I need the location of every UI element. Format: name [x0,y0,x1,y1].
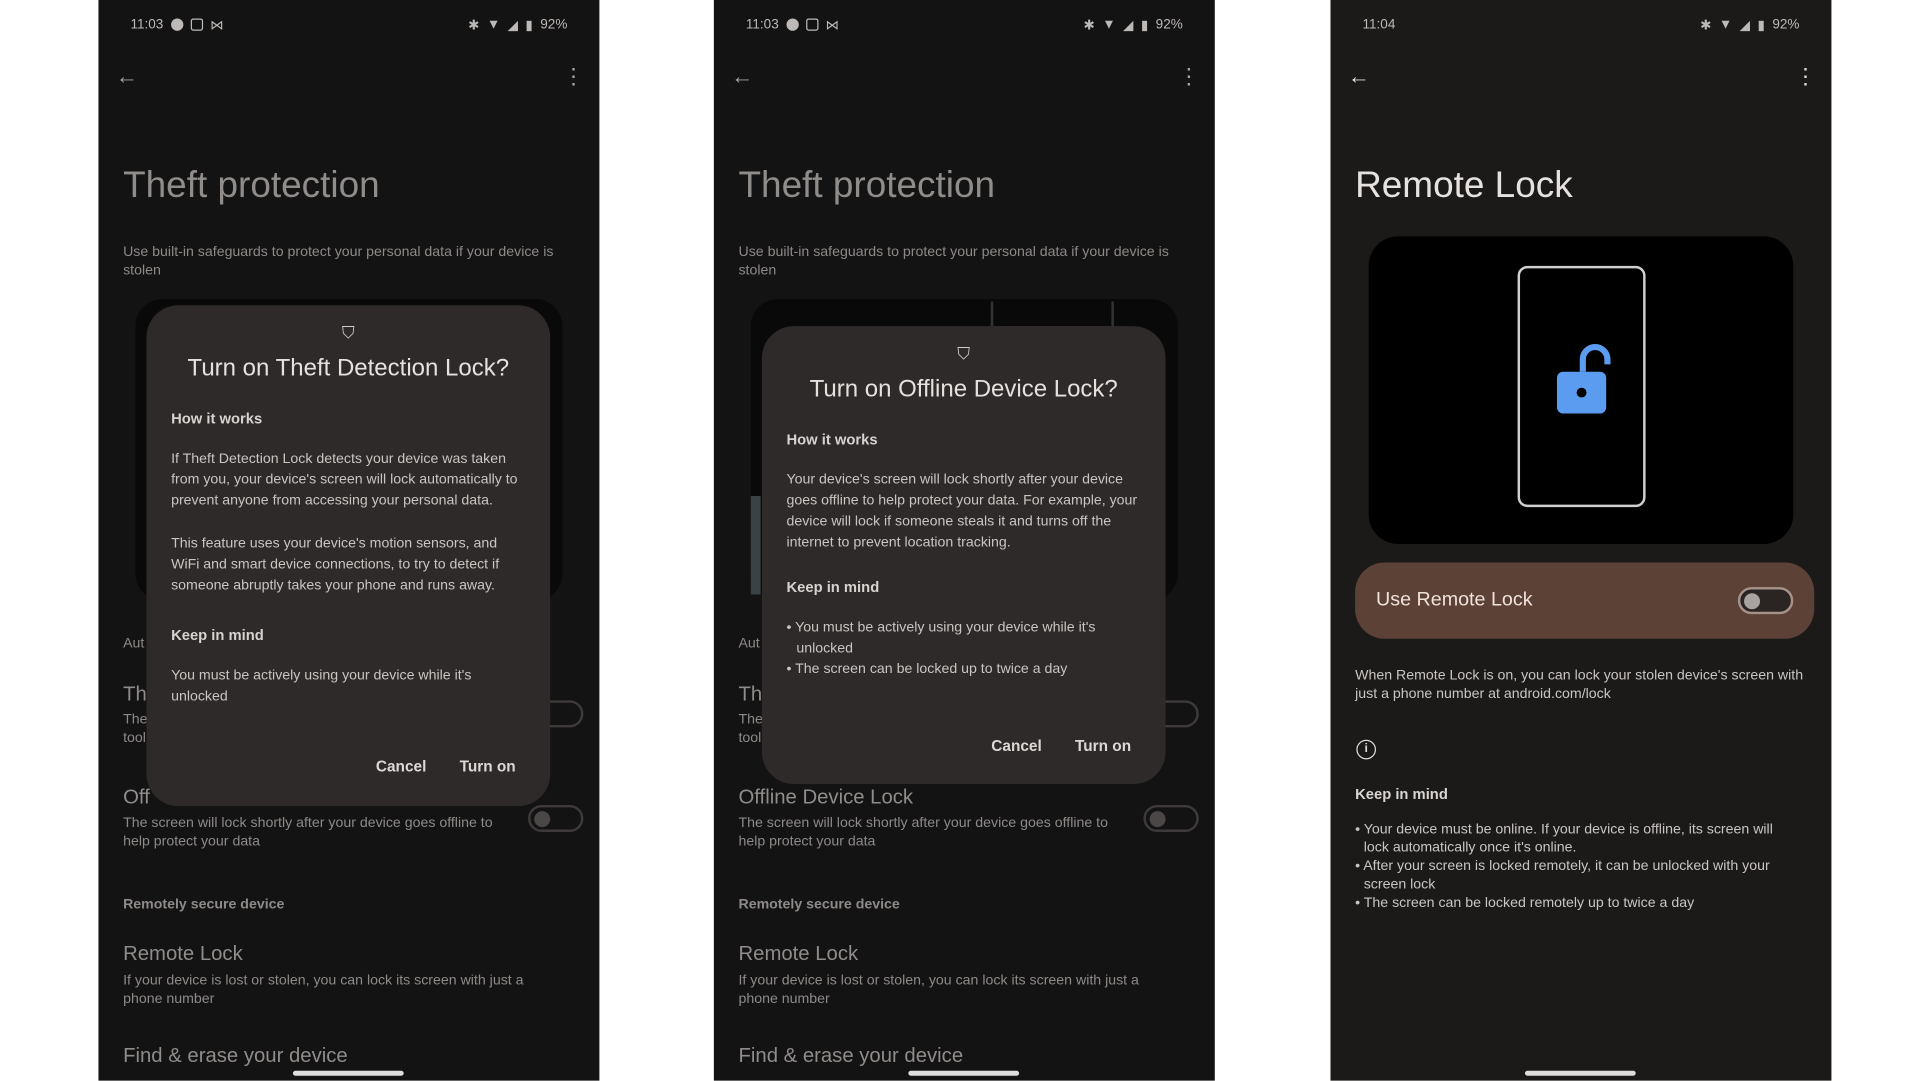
dialog-paragraph: If Theft Detection Lock detects your dev… [171,451,518,509]
illustration-detail [750,496,761,595]
messenger-icon [170,18,184,31]
notification-icon [805,18,819,31]
toggle-label: Use Remote Lock [1376,589,1533,611]
phone-screen-remote-lock: 11:04 ✱ ▼ ◢ ▮ 92% ← ⋮ Remote Lock Use Remote … [1330,0,1832,1081]
section-header: Aut [123,636,145,652]
status-bar: 11:04 ✱ ▼ ◢ ▮ 92% [1362,16,1799,33]
unlocked-padlock-icon [1556,344,1611,414]
bullet-item: • After your screen is locked remotely, … [1355,859,1770,893]
remote-lock-illustration [1368,236,1794,545]
find-erase-item[interactable]: Find & erase your device [123,1045,348,1068]
battery-icon: ▮ [525,17,533,33]
back-arrow-icon[interactable]: ← [116,64,138,90]
remote-lock-description: When Remote Lock is on, you can lock you… [1355,668,1804,702]
home-indicator[interactable] [908,1070,1020,1076]
notification-icon [190,18,203,31]
dialog-title: Turn on Theft Detection Lock? [187,354,510,382]
how-heading: How it works [171,409,263,428]
keep-heading: Keep in mind [786,578,880,596]
signal-icon: ◢ [507,17,519,33]
home-indicator[interactable] [292,1070,404,1076]
status-bar: 11:03 ⋈ ✱ ▼ ◢ ▮ 92% [130,16,567,33]
battery-icon: ▮ [1140,17,1149,33]
setting-desc: tool [123,731,146,746]
setting-desc: The [123,712,148,728]
page-title: Theft protection [123,164,380,206]
use-remote-lock-toggle[interactable] [1737,587,1794,615]
app-icon: ⋈ [210,17,224,33]
back-arrow-icon[interactable]: ← [1348,64,1370,90]
wifi-icon: ▼ [1718,17,1733,33]
bullet-item: The screen can be locked up to twice a d… [786,660,1140,681]
setting-title[interactable]: Th [123,683,147,706]
offline-lock-title[interactable]: Off [123,786,150,809]
keep-heading: Keep in mind [171,626,264,644]
section-header: Remotely secure device [738,897,900,913]
setting-title[interactable]: Th [738,683,762,706]
battery-icon: ▮ [1757,17,1765,33]
section-header: Aut [738,636,760,652]
remote-lock-desc: If your device is lost or stolen, you ca… [123,973,524,1007]
offline-lock-toggle[interactable] [528,804,584,833]
bullet-item: • The screen can be locked remotely up t… [1355,896,1695,911]
dialog-paragraph: Your device's screen will lock shortly a… [786,472,1138,551]
shield-icon: ⛉ [957,343,971,364]
home-indicator[interactable] [1524,1070,1636,1076]
bullet-item: You must be actively using your device w… [786,618,1140,660]
page-title: Theft protection [738,164,996,206]
wifi-icon: ▼ [486,17,501,33]
use-remote-lock-card[interactable]: Use Remote Lock [1355,562,1815,639]
page-title: Remote Lock [1355,164,1573,206]
more-options-icon[interactable]: ⋮ [1795,64,1817,90]
keep-text: You must be actively using your device w… [171,668,472,705]
offline-lock-desc: The screen will lock shortly after your … [123,816,493,850]
page-subtitle: Use built-in safeguards to protect your … [738,244,1169,279]
dialog-paragraph: This feature uses your device's motion s… [171,536,500,594]
section-header: Remotely secure device [123,897,285,913]
setting-desc: tool [738,731,762,746]
cancel-button[interactable]: Cancel [991,737,1041,754]
clock: 11:03 [745,17,779,33]
find-erase-item[interactable]: Find & erase your device [738,1045,963,1068]
bluetooth-icon: ✱ [1700,17,1712,33]
setting-desc: The [738,712,763,728]
dialog-title: Turn on Offline Device Lock? [809,375,1118,403]
info-icon: i [1356,739,1377,760]
turn-on-button[interactable]: Turn on [460,758,516,775]
remote-lock-item[interactable]: Remote Lock [738,943,858,966]
battery-level: 92% [540,17,568,33]
phone-screen-offline-lock: 11:03 ⋈ ✱ ▼ ◢ ▮ 92% ← ⋮ Theft protection Use b… [713,0,1215,1081]
more-options-icon[interactable]: ⋮ [1178,64,1200,90]
keep-heading: Keep in mind [1355,785,1448,803]
clock: 11:03 [130,17,164,33]
offline-lock-title[interactable]: Offline Device Lock [738,786,913,809]
app-icon: ⋈ [825,17,840,33]
offline-lock-desc: The screen will lock shortly after your … [738,816,1108,850]
turn-on-button[interactable]: Turn on [1075,737,1131,754]
theft-detection-dialog: ⛉ Turn on Theft Detection Lock? How it w… [146,305,551,807]
page-subtitle: Use built-in safeguards to protect your … [123,244,554,279]
illustration-detail [990,301,1114,329]
remote-lock-desc: If your device is lost or stolen, you ca… [738,973,1139,1007]
more-options-icon[interactable]: ⋮ [562,64,584,90]
wifi-icon: ▼ [1102,17,1116,33]
bluetooth-icon: ✱ [1083,17,1095,33]
back-arrow-icon[interactable]: ← [731,64,753,90]
bluetooth-icon: ✱ [468,17,480,33]
cancel-button[interactable]: Cancel [376,758,426,775]
how-heading: How it works [786,430,878,449]
signal-icon: ◢ [1739,17,1751,33]
remote-lock-item[interactable]: Remote Lock [123,943,243,966]
phone-screen-theft-detection: 11:03 ⋈ ✱ ▼ ◢ ▮ 92% ← ⋮ Theft protection Use b… [98,0,600,1081]
shield-icon: ⛉ [341,322,355,343]
clock: 11:04 [1362,17,1396,33]
status-bar: 11:03 ⋈ ✱ ▼ ◢ ▮ 92% [746,16,1183,33]
battery-level: 92% [1772,17,1800,33]
messenger-icon [786,18,799,31]
offline-lock-dialog: ⛉ Turn on Offline Device Lock? How it wo… [761,326,1166,785]
battery-level: 92% [1155,17,1183,33]
bullet-item: • Your device must be online. If your de… [1355,822,1773,856]
signal-icon: ◢ [1123,17,1134,33]
offline-lock-toggle[interactable] [1143,804,1199,833]
